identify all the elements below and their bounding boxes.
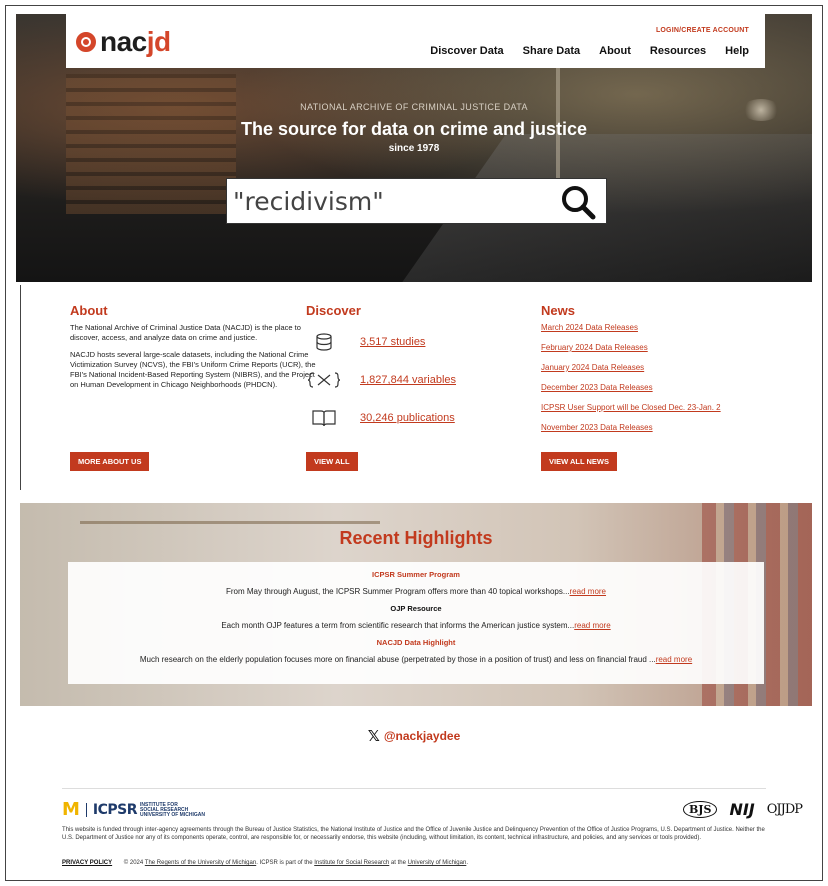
nav-help[interactable]: Help <box>725 45 749 57</box>
highlight-heading: OJP Resource <box>390 604 442 613</box>
view-all-news-button[interactable]: VIEW ALL NEWS <box>541 452 617 471</box>
read-more-link[interactable]: read more <box>574 621 610 630</box>
search-box <box>226 178 607 224</box>
about-section: About The National Archive of Criminal J… <box>70 303 320 397</box>
variable-icon <box>306 369 342 391</box>
news-link[interactable]: February 2024 Data Releases <box>541 343 801 352</box>
nav-resources[interactable]: Resources <box>650 45 706 57</box>
icpsr-logo-text: ICPSR <box>92 802 138 818</box>
twitter-handle-link[interactable]: 𝕏 @nackjaydee <box>0 727 828 745</box>
nav-share-data[interactable]: Share Data <box>523 45 580 57</box>
news-link[interactable]: ICPSR User Support will be Closed Dec. 2… <box>541 403 801 412</box>
bjs-logo[interactable]: BJS <box>682 801 718 818</box>
highlight-heading: NACJD Data Highlight <box>376 638 456 647</box>
book-icon <box>306 407 342 429</box>
x-logo-icon: 𝕏 <box>367 728 380 745</box>
hero-subtitle: NATIONAL ARCHIVE OF CRIMINAL JUSTICE DAT… <box>300 102 528 112</box>
highlight-heading: ICPSR Summer Program <box>372 570 460 579</box>
variables-link[interactable]: 1,827,844 variables <box>360 374 456 386</box>
highlights-box: ICPSR Summer Program From May through Au… <box>68 562 764 684</box>
site-header: nacjd LOGIN/CREATE ACCOUNT Discover Data… <box>66 14 765 68</box>
ojjdp-logo[interactable]: OJJDP <box>767 802 803 817</box>
copyright-line: PRIVACY POLICY © 2024 The Regents of the… <box>62 860 468 866</box>
search-input[interactable] <box>227 179 527 223</box>
content-left-border <box>20 285 21 490</box>
search-icon <box>562 186 596 220</box>
logo-separator <box>85 803 87 817</box>
footer-divider <box>62 788 766 789</box>
regents-link[interactable]: The Regents of the University of Michiga… <box>145 860 256 866</box>
um-icpsr-logo[interactable]: M ICPSR INSTITUTE FOR SOCIAL RESEARCH UNIV… <box>62 799 205 820</box>
news-section: News March 2024 Data Releases February 2… <box>541 303 801 443</box>
highlight-text: Each month OJP features a term from scie… <box>221 621 611 630</box>
database-icon <box>306 331 342 353</box>
nacjd-logo-icon <box>76 32 96 52</box>
news-link[interactable]: December 2023 Data Releases <box>541 383 801 392</box>
read-more-link[interactable]: read more <box>570 587 606 596</box>
nij-logo[interactable]: NIJ <box>729 800 754 819</box>
news-link[interactable]: January 2024 Data Releases <box>541 363 801 372</box>
read-more-link[interactable]: read more <box>656 655 692 664</box>
login-create-account-link[interactable]: LOGIN/CREATE ACCOUNT <box>656 27 749 34</box>
isr-link[interactable]: Institute for Social Research <box>314 860 389 866</box>
more-about-us-button[interactable]: MORE ABOUT US <box>70 452 150 471</box>
highlight-text: Much research on the elderly population … <box>139 655 693 664</box>
about-paragraph-2: NACJD hosts several large-scale datasets… <box>70 350 316 389</box>
discover-studies-row: 3,517 studies <box>306 323 526 361</box>
discover-section: Discover 3,517 studies 1,827,844 variabl… <box>306 303 526 437</box>
um-link[interactable]: University of Michigan <box>408 860 467 866</box>
privacy-policy-link[interactable]: PRIVACY POLICY <box>62 860 112 866</box>
recent-highlights-section: Recent Highlights ICPSR Summer Program F… <box>20 503 812 706</box>
highlights-bg-scale <box>80 521 380 524</box>
about-paragraph-1: The National Archive of Criminal Justice… <box>70 323 301 342</box>
hero-title: The source for data on crime and justice <box>240 119 588 139</box>
highlights-title: Recent Highlights <box>339 528 493 548</box>
isr-logo-text: INSTITUTE FOR SOCIAL RESEARCH UNIVERSITY O… <box>140 801 205 818</box>
nacjd-logo[interactable]: nacjd <box>76 26 171 57</box>
view-all-button[interactable]: VIEW ALL <box>306 452 358 471</box>
discover-heading: Discover <box>306 303 361 318</box>
news-heading: News <box>541 303 575 318</box>
discover-publications-row: 30,246 publications <box>306 399 526 437</box>
main-nav: Discover Data Share Data About Resources… <box>430 45 749 57</box>
nav-about[interactable]: About <box>599 45 631 57</box>
publications-link[interactable]: 30,246 publications <box>360 412 455 424</box>
um-block-m-logo: M <box>62 799 80 820</box>
agency-logos: BJS NIJ OJJDP <box>682 800 803 819</box>
search-button[interactable] <box>556 183 600 221</box>
discover-variables-row: 1,827,844 variables <box>306 361 526 399</box>
news-link[interactable]: March 2024 Data Releases <box>541 323 801 332</box>
funding-disclaimer: This website is funded through inter-age… <box>62 827 765 841</box>
logo-text: nacjd <box>100 26 171 57</box>
nav-discover-data[interactable]: Discover Data <box>430 45 503 57</box>
news-link[interactable]: November 2023 Data Releases <box>541 423 801 432</box>
studies-link[interactable]: 3,517 studies <box>360 336 425 348</box>
about-heading: About <box>70 303 108 318</box>
hero-since: since 1978 <box>388 143 440 154</box>
highlight-text: From May through August, the ICPSR Summe… <box>225 587 607 596</box>
